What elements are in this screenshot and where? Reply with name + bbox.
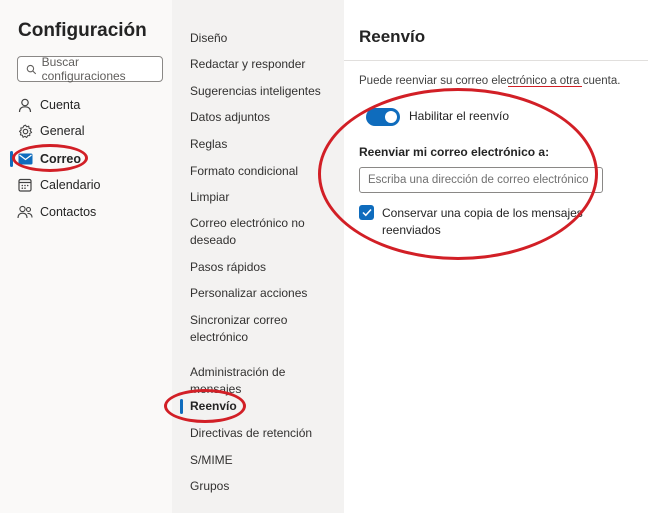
- sidebar-item-contactos[interactable]: Contactos: [17, 201, 96, 223]
- submenu-item-diseno[interactable]: Diseño: [190, 30, 340, 47]
- search-settings-box[interactable]: Buscar configuraciones: [17, 55, 163, 83]
- mail-icon: [17, 151, 33, 167]
- sidebar-item-calendario[interactable]: Calendario: [17, 174, 100, 196]
- sidebar-item-label: Contactos: [40, 205, 97, 219]
- sidebar-item-label: Calendario: [40, 178, 101, 192]
- settings-title: Configuración: [18, 20, 147, 41]
- sidebar-item-correo[interactable]: Correo: [17, 148, 81, 170]
- submenu-item-administracion[interactable]: Administración de mensajes: [190, 364, 340, 398]
- toggle-knob: [385, 111, 397, 123]
- submenu-item-reglas[interactable]: Reglas: [190, 136, 340, 153]
- submenu-item-pasos-rapidos[interactable]: Pasos rápidos: [190, 259, 340, 276]
- search-placeholder: Buscar configuraciones: [41, 55, 126, 83]
- sidebar-item-general[interactable]: General: [17, 120, 84, 142]
- enable-forwarding-label: Habilitar el reenvío: [409, 109, 510, 123]
- forward-email-input[interactable]: [359, 167, 603, 193]
- header-divider: [344, 60, 648, 61]
- keep-copy-checkbox[interactable]: [359, 205, 374, 220]
- sidebar-item-label: General: [40, 124, 85, 138]
- person-icon: [17, 97, 33, 113]
- submenu-item-formato-condicional[interactable]: Formato condicional: [190, 163, 340, 180]
- search-icon: [26, 64, 37, 74]
- annotation-underline: [508, 86, 582, 87]
- gear-icon: [17, 123, 33, 139]
- page-title: Reenvío: [359, 27, 426, 46]
- submenu-item-directivas[interactable]: Directivas de retención: [190, 425, 340, 442]
- keep-copy-label: Conservar una copia de los mensajes reen…: [382, 206, 583, 237]
- submenu-item-personalizar-acciones[interactable]: Personalizar acciones: [190, 285, 340, 302]
- submenu-item-sugerencias[interactable]: Sugerencias inteligentes: [190, 83, 340, 100]
- submenu-item-sincronizar[interactable]: Sincronizar correo electrónico: [190, 312, 300, 346]
- submenu-item-smime[interactable]: S/MIME: [190, 452, 340, 469]
- forward-to-label: Reenviar mi correo electrónico a:: [359, 145, 550, 159]
- submenu-item-limpiar[interactable]: Limpiar: [190, 189, 340, 206]
- calendar-icon: [17, 177, 33, 193]
- submenu-item-datos-adjuntos[interactable]: Datos adjuntos: [190, 109, 340, 126]
- sidebar-item-label: Cuenta: [40, 98, 81, 112]
- sidebar-item-cuenta[interactable]: Cuenta: [17, 94, 80, 116]
- enable-forwarding-toggle[interactable]: [366, 108, 400, 126]
- submenu-item-correo-no-deseado[interactable]: Correo electrónico no deseado: [190, 215, 315, 249]
- submenu-item-redactar[interactable]: Redactar y responder: [190, 56, 340, 73]
- people-icon: [17, 204, 33, 220]
- submenu-selected-indicator: [180, 399, 183, 414]
- sidebar-item-label: Correo: [40, 152, 81, 166]
- submenu-item-reenvio[interactable]: Reenvío: [190, 398, 340, 415]
- checkmark-icon: [361, 208, 372, 217]
- submenu-item-grupos[interactable]: Grupos: [190, 478, 340, 495]
- selected-indicator: [10, 151, 13, 167]
